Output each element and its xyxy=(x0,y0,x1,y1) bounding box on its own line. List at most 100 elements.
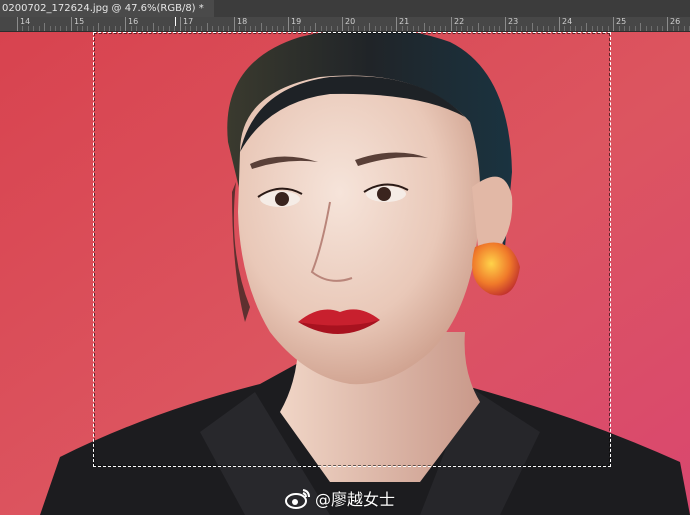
ruler-minor-tick xyxy=(255,26,256,31)
image-canvas[interactable] xyxy=(0,32,690,515)
ruler-minor-tick xyxy=(543,26,544,31)
ruler-minor-tick xyxy=(321,26,322,31)
ruler-minor-tick xyxy=(358,26,359,31)
ruler-minor-tick xyxy=(283,26,284,31)
ruler-minor-tick xyxy=(261,23,262,31)
ruler-minor-tick xyxy=(375,26,376,31)
ruler-minor-tick xyxy=(526,26,527,31)
ruler-minor-tick xyxy=(293,26,294,31)
ruler-minor-tick xyxy=(602,26,603,31)
ruler-minor-tick xyxy=(77,26,78,31)
ruler-minor-tick xyxy=(429,26,430,31)
ruler-minor-tick xyxy=(136,26,137,31)
watermark: @廖越女士 xyxy=(285,486,395,510)
document-tab[interactable]: 0200702_172624.jpg @ 47.6%(RGB/8) * xyxy=(0,0,214,17)
ruler-minor-tick xyxy=(196,26,197,31)
ruler-minor-tick xyxy=(424,23,425,31)
ruler-minor-tick xyxy=(104,26,105,31)
ruler-minor-tick xyxy=(386,26,387,31)
photoshop-window: 0200702_172624.jpg @ 47.6%(RGB/8) * 14 15… xyxy=(0,0,690,515)
ruler-minor-tick xyxy=(483,26,484,31)
ruler-minor-tick xyxy=(635,26,636,31)
ruler-minor-tick xyxy=(277,26,278,31)
ruler-minor-tick xyxy=(299,26,300,31)
ruler-minor-tick xyxy=(570,26,571,31)
ruler-minor-tick xyxy=(55,26,56,31)
ruler-minor-tick xyxy=(218,26,219,31)
ruler-minor-tick xyxy=(185,26,186,31)
ruler-minor-tick xyxy=(586,23,587,31)
ruler-minor-tick xyxy=(272,26,273,31)
ruler-minor-tick xyxy=(554,26,555,31)
ruler-minor-tick xyxy=(418,26,419,31)
ruler-minor-tick xyxy=(597,26,598,31)
ruler-minor-tick xyxy=(158,26,159,31)
ruler-minor-tick xyxy=(651,26,652,31)
ruler-minor-tick xyxy=(673,26,674,31)
ruler-minor-tick xyxy=(640,23,641,31)
ruler-minor-tick xyxy=(467,26,468,31)
ruler-minor-tick xyxy=(28,26,29,31)
ruler-minor-tick xyxy=(516,26,517,31)
ruler-minor-tick xyxy=(592,26,593,31)
ruler-minor-tick xyxy=(391,26,392,31)
ruler-minor-tick xyxy=(39,26,40,31)
ruler-minor-tick xyxy=(402,26,403,31)
ruler-minor-tick xyxy=(532,23,533,31)
ruler-minor-tick xyxy=(608,26,609,31)
ruler-minor-tick xyxy=(120,26,121,31)
ruler-minor-tick xyxy=(510,26,511,31)
ruler-minor-tick xyxy=(662,26,663,31)
ruler-major-tick xyxy=(505,17,506,31)
ruler-major-tick xyxy=(234,17,235,31)
ruler-minor-tick xyxy=(434,26,435,31)
ruler-minor-tick xyxy=(348,26,349,31)
ruler-minor-tick xyxy=(131,26,132,31)
ruler-major-tick xyxy=(559,17,560,31)
ruler-minor-tick xyxy=(87,26,88,31)
ruler-minor-tick xyxy=(50,26,51,31)
ruler-minor-tick xyxy=(174,26,175,31)
ruler-minor-tick xyxy=(66,26,67,31)
ruler-minor-tick xyxy=(60,26,61,31)
ruler-minor-tick xyxy=(190,26,191,31)
ruler-minor-tick xyxy=(575,26,576,31)
ruler-major-tick xyxy=(451,17,452,31)
ruler-minor-tick xyxy=(315,23,316,31)
horizontal-ruler[interactable]: 14 15 16 17 18 19 20 21 22 23 24 25 26 xyxy=(0,17,690,32)
ruler-minor-tick xyxy=(22,26,23,31)
ruler-minor-tick xyxy=(407,26,408,31)
ruler-minor-tick xyxy=(521,26,522,31)
ruler-minor-tick xyxy=(44,23,45,31)
ruler-major-tick xyxy=(125,17,126,31)
ruler-minor-tick xyxy=(239,26,240,31)
ruler-minor-tick xyxy=(98,23,99,31)
ruler-major-tick xyxy=(180,17,181,31)
ruler-cursor-indicator xyxy=(175,17,176,26)
ruler-minor-tick xyxy=(33,26,34,31)
ruler-minor-tick xyxy=(245,26,246,31)
ruler-major-tick xyxy=(613,17,614,31)
ruler-minor-tick xyxy=(153,23,154,31)
weibo-icon xyxy=(285,489,310,509)
ruler-minor-tick xyxy=(163,26,164,31)
ruler-minor-tick xyxy=(440,26,441,31)
ruler-minor-tick xyxy=(489,26,490,31)
ruler-minor-tick xyxy=(142,26,143,31)
ruler-minor-tick xyxy=(115,26,116,31)
ruler-minor-tick xyxy=(93,26,94,31)
ruler-major-tick xyxy=(396,17,397,31)
ruler-minor-tick xyxy=(478,23,479,31)
ruler-minor-tick xyxy=(109,26,110,31)
ruler-minor-tick xyxy=(678,26,679,31)
document-tab-title: 0200702_172624.jpg @ 47.6%(RGB/8) * xyxy=(2,3,204,14)
watermark-text: @廖越女士 xyxy=(315,490,396,509)
ruler-minor-tick xyxy=(494,26,495,31)
ruler-minor-tick xyxy=(228,26,229,31)
ruler-minor-tick xyxy=(445,26,446,31)
ruler-minor-tick xyxy=(413,26,414,31)
ruler-minor-tick xyxy=(310,26,311,31)
ruler-minor-tick xyxy=(207,23,208,31)
ruler-minor-tick xyxy=(629,26,630,31)
ruler-minor-tick xyxy=(564,26,565,31)
